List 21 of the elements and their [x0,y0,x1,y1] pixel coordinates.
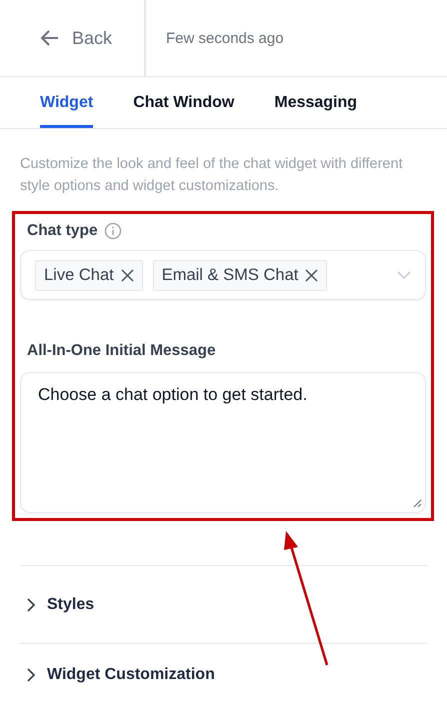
tab[interactable]: Chat Window [133,77,234,128]
chevron-right-icon [26,598,35,612]
tag-label: Email & SMS Chat [162,266,298,284]
save-status: Few seconds ago [165,30,284,46]
remove-icon[interactable] [120,268,134,282]
field-label: Chat type [27,222,98,240]
info-icon [104,222,122,240]
description: Customize the look and feel of the chat widget with different style options and widget customizations. [20,155,404,196]
remove-icon[interactable] [305,268,318,282]
accordion-section[interactable]: Widget Customization [20,643,427,708]
accordion-section[interactable]: Styles [20,565,427,643]
message-field[interactable]: Choose a chat option to get started. [20,372,426,513]
back-arrow-icon [40,29,60,47]
tab[interactable]: Messaging [274,77,358,128]
field-label: All-In-One Initial Message [27,342,216,360]
tab[interactable]: Widget [40,77,94,128]
back-button[interactable]: Back [0,0,146,76]
tag-label: Live Chat [44,266,114,284]
chevron-right-icon [26,668,35,682]
resize-grip-icon[interactable] [413,499,422,508]
chat-type-select[interactable]: Live Chat Email & SMS Chat [20,250,426,300]
